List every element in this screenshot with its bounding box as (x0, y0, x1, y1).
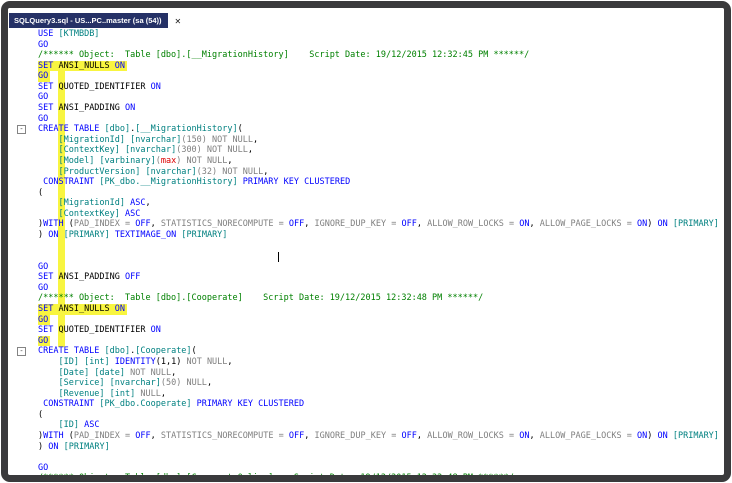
code-line[interactable] (8, 452, 724, 463)
code-line[interactable]: /****** Object: Table [dbo].[CooperateOn… (8, 473, 724, 475)
code-text: )WITH (PAD_INDEX = OFF, STATISTICS_NOREC… (38, 219, 719, 230)
code-text: GO (38, 462, 49, 473)
editor-tab[interactable]: SQLQuery3.sql - US...PC..master (sa (54)… (9, 13, 168, 28)
code-line[interactable]: GO (8, 92, 724, 103)
code-text: SET ANSI_PADDING OFF (38, 272, 141, 283)
code-line[interactable]: SET QUOTED_IDENTIFIER ON (8, 325, 724, 336)
text-caret (278, 252, 279, 262)
code-line[interactable]: /****** Object: Table [dbo].[__Migration… (8, 50, 724, 61)
code-text: /****** Object: Table [dbo].[CooperateOn… (38, 473, 514, 475)
code-text: )WITH (PAD_INDEX = OFF, STATISTICS_NOREC… (38, 430, 719, 441)
code-text: USE [KTMBDB] (38, 29, 100, 39)
code-text: GO (38, 282, 49, 293)
code-line[interactable]: [Date] [date] NOT NULL, (8, 368, 724, 379)
code-text: [MigrationId] ASC, (58, 198, 151, 209)
code-text: [ProductVersion] [nvarchar](32) NOT NULL… (58, 166, 269, 177)
code-text: ) ON [PRIMARY] (38, 441, 110, 452)
code-line[interactable]: [Model] [varbinary](max) NOT NULL, (8, 156, 724, 167)
fold-collapse-icon[interactable]: - (17, 125, 26, 135)
code-line[interactable]: - CREATE TABLE [dbo].[__MigrationHistory]… (8, 124, 724, 135)
highlighted-code-text: GO (38, 71, 51, 82)
code-line[interactable]: [ContextKey] [nvarchar](300) NOT NULL, (8, 145, 724, 156)
code-text: CREATE TABLE [dbo].[__MigrationHistory]( (38, 124, 243, 135)
code-line[interactable]: GO (8, 283, 724, 294)
code-text: [Revenue] [int] NULL, (58, 388, 166, 399)
code-line[interactable]: ) ON [PRIMARY] (8, 442, 724, 453)
code-text: /****** Object: Table [dbo].[__Migration… (38, 50, 530, 61)
code-line[interactable]: SET QUOTED_IDENTIFIER ON (8, 82, 724, 93)
code-line[interactable] (8, 251, 724, 262)
code-line[interactable]: CONSTRAINT [PK_dbo.Cooperate] PRIMARY KE… (8, 399, 724, 410)
tab-close-icon[interactable]: ✕ (172, 15, 185, 28)
highlighted-code-text: SET ANSI_NULLS ON (38, 60, 128, 72)
code-text: SET QUOTED_IDENTIFIER ON (38, 325, 161, 336)
code-text: GO (38, 261, 49, 272)
code-text: GO (38, 92, 49, 103)
code-line[interactable]: ( (8, 410, 724, 421)
code-line[interactable]: - CREATE TABLE [dbo].[Cooperate]( (8, 346, 724, 357)
code-text: CREATE TABLE [dbo].[Cooperate]( (38, 346, 197, 357)
code-line[interactable]: GO (8, 335, 724, 347)
code-line[interactable]: GO (8, 71, 724, 82)
code-text: [Service] [nvarchar](50) NULL, (58, 378, 213, 389)
code-text: [MigrationId] [nvarchar](150) NOT NULL, (58, 134, 259, 145)
code-text: /****** Object: Table [dbo].[Cooperate] … (38, 293, 484, 304)
code-line[interactable]: /****** Object: Table [dbo].[Cooperate] … (8, 293, 724, 304)
code-text: SET QUOTED_IDENTIFIER ON (38, 81, 161, 92)
code-line[interactable]: CONSTRAINT [PK_dbo.__MigrationHistory] P… (8, 177, 724, 188)
tab-bar: SQLQuery3.sql - US...PC..master (sa (54)… (8, 8, 724, 28)
code-line[interactable]: GO (8, 262, 724, 273)
code-text: ( (38, 187, 44, 198)
code-area[interactable]: USE [KTMBDB] GO/****** Object: Table [dbo… (8, 29, 724, 475)
code-line[interactable]: GO (8, 314, 724, 326)
code-line[interactable]: )WITH (PAD_INDEX = OFF, STATISTICS_NOREC… (8, 431, 724, 442)
code-text: [ContextKey] [nvarchar](300) NOT NULL, (58, 145, 253, 156)
code-line[interactable]: GO (8, 40, 724, 51)
code-line[interactable]: USE [KTMBDB] (8, 29, 724, 40)
fold-collapse-icon[interactable]: - (17, 347, 26, 357)
highlighted-code-text: GO (38, 335, 51, 347)
code-text: ) ON [PRIMARY] TEXTIMAGE_ON [PRIMARY] (38, 229, 228, 240)
code-text: [ID] [int] IDENTITY(1,1) NOT NULL, (58, 356, 233, 367)
code-line[interactable]: GO (8, 114, 724, 125)
code-text: GO (38, 39, 49, 50)
code-line[interactable]: [ContextKey] ASC (8, 209, 724, 220)
code-text: CONSTRAINT [PK_dbo.__MigrationHistory] P… (43, 177, 351, 188)
code-line[interactable]: GO (8, 463, 724, 474)
code-text: SET ANSI_PADDING ON (38, 103, 136, 114)
highlighted-code-text: GO (38, 314, 51, 326)
code-line[interactable]: ( (8, 188, 724, 199)
code-text: [Model] [varbinary](max) NOT NULL, (58, 155, 233, 166)
code-line[interactable]: [ID] ASC (8, 420, 724, 431)
code-text: GO (38, 113, 49, 124)
code-text: [Date] [date] NOT NULL, (58, 367, 177, 378)
code-text: ( (38, 409, 44, 420)
editor-tab-title: SQLQuery3.sql - US...PC..master (sa (54)… (14, 16, 162, 25)
code-editor[interactable]: USE [KTMBDB] GO/****** Object: Table [dbo… (8, 28, 724, 475)
code-line[interactable]: [ID] [int] IDENTITY(1,1) NOT NULL, (8, 357, 724, 368)
code-line[interactable]: ) ON [PRIMARY] TEXTIMAGE_ON [PRIMARY] (8, 230, 724, 241)
code-text: [ID] ASC (58, 420, 100, 431)
code-line[interactable]: SET ANSI_PADDING ON (8, 103, 724, 114)
code-line[interactable]: )WITH (PAD_INDEX = OFF, STATISTICS_NOREC… (8, 219, 724, 230)
code-line[interactable]: SET ANSI_NULLS ON (8, 60, 724, 72)
code-line[interactable]: SET ANSI_NULLS ON (8, 304, 724, 315)
code-line[interactable] (8, 241, 724, 252)
code-line[interactable]: [Service] [nvarchar](50) NULL, (8, 378, 724, 389)
code-line[interactable]: [MigrationId] [nvarchar](150) NOT NULL, (8, 135, 724, 146)
code-line[interactable]: [Revenue] [int] NULL, (8, 389, 724, 400)
code-text: CONSTRAINT [PK_dbo.Cooperate] PRIMARY KE… (43, 399, 305, 410)
code-line[interactable]: [MigrationId] ASC, (8, 198, 724, 209)
code-line[interactable]: [ProductVersion] [nvarchar](32) NOT NULL… (8, 167, 724, 178)
highlighted-code-text: SET ANSI_NULLS ON (38, 304, 128, 315)
code-text: [ContextKey] ASC (58, 208, 141, 219)
window-frame: SQLQuery3.sql - US...PC..master (sa (54)… (1, 1, 731, 482)
code-line[interactable]: SET ANSI_PADDING OFF (8, 272, 724, 283)
